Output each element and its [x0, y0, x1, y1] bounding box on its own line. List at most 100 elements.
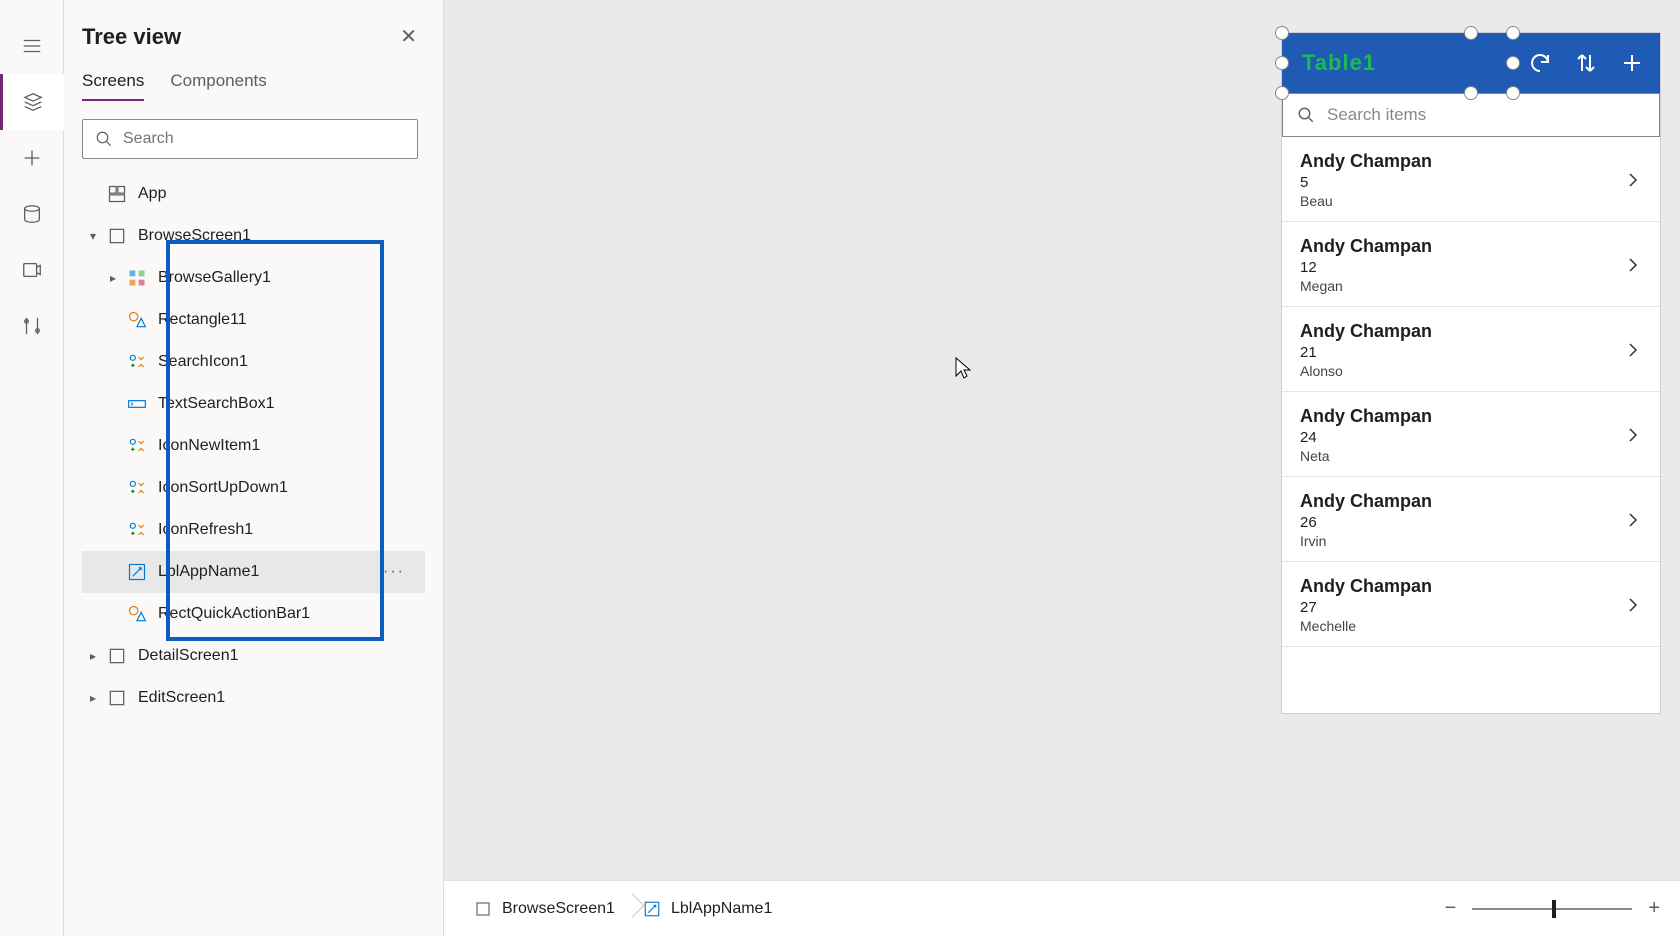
close-icon[interactable]: ✕ [392, 20, 425, 53]
shape-icon [126, 603, 148, 625]
item-title: Andy Champan [1300, 576, 1432, 597]
refresh-icon[interactable] [1528, 51, 1552, 75]
tree-node-LblAppName1[interactable]: LblAppName1··· [82, 551, 425, 593]
panel-title: Tree view [82, 24, 181, 50]
left-rail [0, 0, 64, 936]
chevron-right-icon[interactable] [1624, 591, 1642, 619]
breadcrumb-screen[interactable]: BrowseScreen1 [464, 889, 633, 929]
gallery-item[interactable]: Andy Champan12Megan [1282, 222, 1660, 307]
tree-node-RectQuickActionBar1[interactable]: RectQuickActionBar1··· [82, 593, 425, 635]
tree-screen-detail[interactable]: ▸ DetailScreen1 [82, 635, 425, 677]
textbox-icon [126, 393, 148, 415]
chevron-right-icon[interactable]: ▸ [86, 691, 100, 705]
breadcrumb: BrowseScreen1 LblAppName1 [464, 889, 790, 929]
screen-icon [106, 225, 128, 247]
tab-screens[interactable]: Screens [82, 71, 144, 101]
tree-node-BrowseGallery1[interactable]: ▸BrowseGallery1··· [82, 257, 425, 299]
tree-screen-browse[interactable]: ▾ BrowseScreen1 [82, 215, 425, 257]
gallery-item[interactable]: Andy Champan 27 Mechelle [1282, 562, 1660, 647]
tree: App ▾ BrowseScreen1 ▸ BrowseGallery1 ··· Re… [82, 173, 425, 719]
app-preview: Table1 Search items Andy Champan5BeauAnd… [1282, 33, 1660, 713]
tree-node-Rectangle11[interactable]: Rectangle11··· [82, 299, 425, 341]
search-icon [95, 130, 113, 148]
item-subtitle: Megan [1300, 278, 1432, 294]
label-icon [126, 561, 148, 583]
item-number: 26 [1300, 514, 1432, 531]
chevron-right-icon[interactable]: ▸ [106, 271, 120, 285]
breadcrumb-control[interactable]: LblAppName1 [633, 889, 790, 929]
tree-view-icon[interactable] [0, 74, 64, 130]
tree-app[interactable]: App [82, 173, 425, 215]
selection-handle[interactable] [1506, 86, 1520, 100]
item-subtitle: Mechelle [1300, 618, 1432, 634]
selection-handle[interactable] [1506, 56, 1520, 70]
chevron-right-icon[interactable] [1624, 336, 1642, 364]
tree-screen-label: DetailScreen1 [138, 647, 239, 665]
tree-node-label: BrowseGallery1 [158, 269, 271, 287]
chevron-right-icon[interactable] [1624, 251, 1642, 279]
icon-icon [126, 519, 148, 541]
more-icon[interactable]: ··· [383, 563, 405, 581]
tree-screen-label: BrowseScreen1 [138, 227, 251, 245]
tree-search[interactable] [82, 119, 418, 159]
tree-app-label: App [138, 185, 166, 203]
gallery-item[interactable]: Andy Champan26Irvin [1282, 477, 1660, 562]
item-title: Andy Champan [1300, 406, 1432, 427]
icon-icon [126, 435, 148, 457]
media-icon[interactable] [0, 242, 64, 298]
selection-handle[interactable] [1275, 86, 1289, 100]
app-icon [106, 183, 128, 205]
tree-node-IconNewItem1[interactable]: IconNewItem1··· [82, 425, 425, 467]
selection-handle[interactable] [1275, 26, 1289, 40]
chevron-down-icon[interactable]: ▾ [86, 229, 100, 243]
tree-node-label: Rectangle11 [158, 311, 247, 329]
tree-node-label: IconNewItem1 [158, 437, 260, 455]
app-header[interactable]: Table1 [1282, 33, 1660, 93]
settings-icon[interactable] [0, 298, 64, 354]
add-icon[interactable] [1620, 51, 1644, 75]
tree-node-IconSortUpDown1[interactable]: IconSortUpDown1··· [82, 467, 425, 509]
gallery-icon [126, 267, 148, 289]
chevron-right-icon[interactable]: ▸ [86, 649, 100, 663]
gallery-item[interactable]: Andy Champan5Beau [1282, 137, 1660, 222]
tab-components[interactable]: Components [170, 71, 266, 101]
item-number: 21 [1300, 344, 1432, 361]
gallery-item[interactable]: Andy Champan24Neta [1282, 392, 1660, 477]
tree-node-label: TextSearchBox1 [158, 395, 275, 413]
zoom-in-button[interactable]: + [1648, 897, 1660, 920]
zoom-out-button[interactable]: − [1445, 897, 1457, 920]
chevron-right-icon[interactable] [1624, 166, 1642, 194]
tree-node-IconRefresh1[interactable]: IconRefresh1··· [82, 509, 425, 551]
item-number: 5 [1300, 174, 1432, 191]
tree-node-TextSearchBox1[interactable]: TextSearchBox1··· [82, 383, 425, 425]
chevron-right-icon[interactable] [1624, 421, 1642, 449]
screen-icon [106, 687, 128, 709]
tree-search-input[interactable] [123, 130, 405, 148]
app-gallery[interactable]: Andy Champan5BeauAndy Champan12MeganAndy… [1282, 137, 1660, 647]
gallery-item[interactable]: Andy Champan21Alonso [1282, 307, 1660, 392]
tree-screen-edit[interactable]: ▸ EditScreen1 [82, 677, 425, 719]
app-search-placeholder: Search items [1327, 105, 1426, 125]
design-canvas[interactable]: Table1 Search items Andy Champan5BeauAnd… [444, 0, 1680, 880]
item-number: 12 [1300, 259, 1432, 276]
zoom-slider[interactable] [1472, 908, 1632, 910]
selection-handle[interactable] [1275, 56, 1289, 70]
tree-node-SearchIcon1[interactable]: SearchIcon1··· [82, 341, 425, 383]
item-subtitle: Neta [1300, 448, 1432, 464]
insert-icon[interactable] [0, 130, 64, 186]
search-icon [1297, 106, 1315, 124]
item-number: 27 [1300, 599, 1432, 616]
icon-icon [126, 477, 148, 499]
chevron-right-icon[interactable] [1624, 506, 1642, 534]
tree-view-panel: Tree view ✕ Screens Components App ▾ Bro… [64, 0, 444, 936]
selection-handle[interactable] [1506, 26, 1520, 40]
data-icon[interactable] [0, 186, 64, 242]
sort-icon[interactable] [1574, 51, 1598, 75]
icon-icon [126, 351, 148, 373]
hamburger-icon[interactable] [0, 18, 64, 74]
selection-handle[interactable] [1464, 86, 1478, 100]
selection-handle[interactable] [1464, 26, 1478, 40]
item-title: Andy Champan [1300, 151, 1432, 172]
app-title-label[interactable]: Table1 [1302, 50, 1376, 76]
status-bar: BrowseScreen1 LblAppName1 − + [444, 880, 1680, 936]
